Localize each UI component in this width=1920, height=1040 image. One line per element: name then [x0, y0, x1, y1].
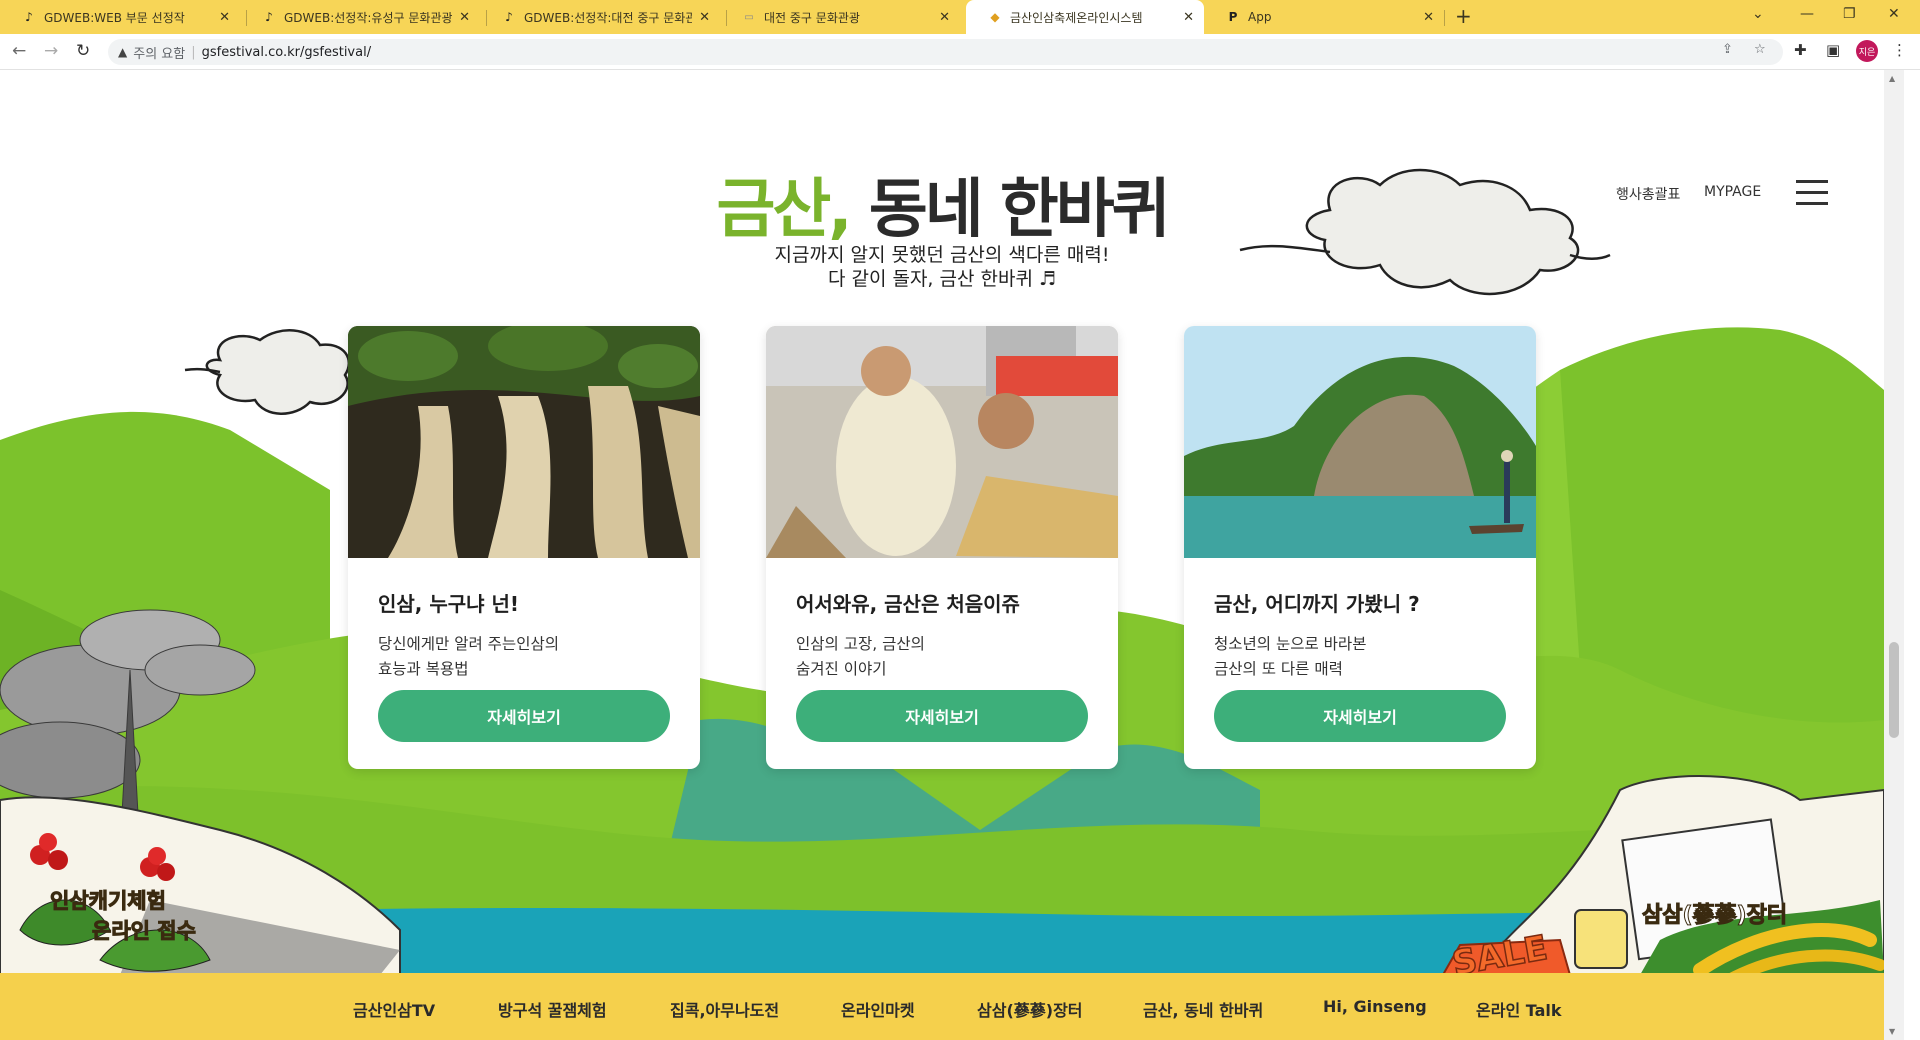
- subtitle-line-1: 지금까지 알지 못했던 금산의 색다른 매력!: [774, 244, 1110, 266]
- cloud-left: [184, 329, 351, 415]
- extensions-puzzle-icon[interactable]: ✚: [1794, 41, 1807, 59]
- title-green-part: 금산,: [716, 173, 852, 247]
- subtitle-line-2: 다 같이 돌자, 금산 한바퀴 ♬: [827, 268, 1057, 290]
- card-desc-line: 숨겨진 이야기: [796, 660, 887, 678]
- browser-tab[interactable]: ♪ GDWEB:WEB 부문 선정작 ✕: [0, 0, 240, 34]
- tiktok-icon: ♪: [265, 10, 273, 24]
- tab-title: GDWEB:선정작:유성구 문화관광: [284, 10, 452, 25]
- card-title: 금산, 어디까지 가봤니 ?: [1214, 592, 1420, 616]
- nav-item-home-experience[interactable]: 방구석 꿀잼체험: [498, 997, 607, 1021]
- feature-card: 인삼, 누구냐 넌! 당신에게만 알려 주는인삼의 효능과 복용법 자세히보기: [348, 326, 700, 769]
- tab-title: 대전 중구 문화관광: [764, 10, 860, 25]
- security-warning-label[interactable]: 주의 요함: [133, 43, 185, 62]
- side-panel-icon[interactable]: ▣: [1826, 41, 1840, 59]
- browser-tab-bar: ♪ GDWEB:WEB 부문 선정작 ✕ ♪ GDWEB:선정작:유성구 문화관…: [0, 0, 1920, 34]
- tab-title: App: [1248, 10, 1272, 24]
- share-icon[interactable]: ⇪: [1722, 42, 1733, 57]
- tab-divider: [1444, 10, 1445, 26]
- reload-icon[interactable]: ↻: [76, 41, 90, 61]
- close-icon[interactable]: ✕: [699, 10, 710, 25]
- close-icon[interactable]: ✕: [219, 10, 230, 25]
- hamburger-menu-icon[interactable]: [1796, 180, 1828, 205]
- nav-item-samsam-market[interactable]: 삼삼(蔘蔘)장터: [977, 997, 1083, 1021]
- nav-item-hi-ginseng[interactable]: Hi, Ginseng: [1323, 997, 1427, 1016]
- p-app-icon: P: [1228, 10, 1238, 24]
- close-icon[interactable]: ✕: [1183, 10, 1194, 25]
- scroll-down-arrow-icon[interactable]: ▼: [1889, 1027, 1895, 1036]
- river-cliff-photo: [1184, 326, 1536, 558]
- tab-title: GDWEB:WEB 부문 선정작: [44, 10, 185, 25]
- card-desc-line: 금산의 또 다른 매력: [1214, 660, 1343, 678]
- scroll-up-arrow-icon[interactable]: ▲: [1889, 74, 1895, 83]
- profile-avatar[interactable]: 지은: [1856, 40, 1878, 62]
- mypage-link[interactable]: MYPAGE: [1704, 184, 1761, 200]
- tiktok-icon: ♪: [505, 10, 513, 24]
- festival-dancers-photo: [766, 326, 1118, 558]
- card-desc-line: 당신에게만 알려 주는인삼의: [378, 635, 559, 653]
- url-text[interactable]: gsfestival.co.kr/gsfestival/: [202, 45, 371, 60]
- nav-item-online-market[interactable]: 온라인마켓: [841, 997, 915, 1021]
- address-divider: |: [191, 44, 196, 60]
- page-scrollbar[interactable]: ▲ ▼: [1884, 70, 1904, 1040]
- ginseng-dig-banner-line-1[interactable]: 인삼캐기체험: [50, 885, 167, 915]
- nav-item-challenge[interactable]: 집콕,아무나도전: [670, 997, 779, 1021]
- browser-tab[interactable]: ♪ GDWEB:선정작:유성구 문화관광 ✕: [240, 0, 480, 34]
- card-title: 어서와유, 금산은 처음이쥬: [796, 592, 1020, 616]
- schedule-link[interactable]: 행사총괄표: [1616, 184, 1680, 204]
- ginseng-site-icon: ◆: [990, 10, 1000, 24]
- close-icon[interactable]: ✕: [939, 10, 950, 25]
- site-icon: ▭: [744, 11, 754, 23]
- browser-toolbar: ← → ↻ ▲ 주의 요함 | gsfestival.co.kr/gsfesti…: [0, 34, 1920, 70]
- card-desc-line: 청소년의 눈으로 바라본: [1214, 635, 1367, 653]
- browser-tab[interactable]: ♪ GDWEB:선정작:대전 중구 문화관광 ✕: [480, 0, 720, 34]
- nav-item-online-talk[interactable]: 온라인 Talk: [1476, 997, 1562, 1021]
- card-title: 인삼, 누구냐 넌!: [378, 592, 520, 616]
- footer-navigation: 금산인삼TV 방구석 꿀잼체험 집콕,아무나도전 온라인마켓 삼삼(蔘蔘)장터 …: [0, 973, 1884, 1040]
- card-desc-line: 인삼의 고장, 금산의: [796, 635, 925, 653]
- tiktok-icon: ♪: [25, 10, 33, 24]
- address-bar[interactable]: ▲ 주의 요함 | gsfestival.co.kr/gsfestival/: [108, 39, 1783, 65]
- browser-tab[interactable]: P App ✕: [1204, 0, 1444, 34]
- more-vertical-icon[interactable]: ⋮: [1892, 41, 1907, 59]
- tab-search-chevron-icon[interactable]: ⌄: [1752, 6, 1764, 22]
- ginseng-dig-banner-line-2[interactable]: 온라인 접수: [92, 915, 197, 945]
- browser-tab[interactable]: ▭ 대전 중구 문화관광 ✕: [720, 0, 960, 34]
- back-arrow-icon[interactable]: ←: [12, 41, 26, 61]
- page-title: 금산, 동네 한바퀴: [0, 158, 1884, 250]
- tab-title: 금산인삼축제온라인시스템: [1010, 10, 1143, 25]
- title-dark-part: 동네 한바퀴: [849, 173, 1171, 247]
- close-icon[interactable]: ✕: [1423, 10, 1434, 25]
- card-desc-line: 효능과 복용법: [378, 660, 469, 678]
- tab-title: GDWEB:선정작:대전 중구 문화관광: [524, 10, 692, 25]
- feature-card: 어서와유, 금산은 처음이쥬 인삼의 고장, 금산의 숨겨진 이야기 자세히보기: [766, 326, 1118, 769]
- browser-tab-active[interactable]: ◆ 금산인삼축제온라인시스템 ✕: [966, 0, 1204, 34]
- card-description: 청소년의 눈으로 바라본 금산의 또 다른 매력: [1214, 632, 1366, 682]
- ginseng-roots-photo: [348, 326, 700, 558]
- warning-triangle-icon[interactable]: ▲: [118, 45, 127, 59]
- minimize-icon[interactable]: —: [1800, 6, 1814, 22]
- scrollbar-thumb[interactable]: [1889, 642, 1899, 738]
- page-viewport: 금산, 동네 한바퀴 지금까지 알지 못했던 금산의 색다른 매력! 다 같이 …: [0, 70, 1884, 1040]
- restore-icon[interactable]: ❐: [1843, 6, 1856, 22]
- market-banner-title[interactable]: 삼삼(蔘蔘)장터: [1641, 897, 1787, 929]
- window-close-icon[interactable]: ✕: [1888, 6, 1900, 22]
- details-button[interactable]: 자세히보기: [796, 690, 1088, 742]
- nav-item-neighborhood-tour[interactable]: 금산, 동네 한바퀴: [1143, 997, 1263, 1021]
- nav-item-ginseng-tv[interactable]: 금산인삼TV: [353, 997, 435, 1021]
- details-button[interactable]: 자세히보기: [378, 690, 670, 742]
- card-description: 인삼의 고장, 금산의 숨겨진 이야기: [796, 632, 925, 682]
- forward-arrow-icon[interactable]: →: [44, 41, 58, 61]
- feature-card: 금산, 어디까지 가봤니 ? 청소년의 눈으로 바라본 금산의 또 다른 매력 …: [1184, 326, 1536, 769]
- card-description: 당신에게만 알려 주는인삼의 효능과 복용법: [378, 632, 559, 682]
- close-icon[interactable]: ✕: [459, 10, 470, 25]
- bookmark-star-icon[interactable]: ☆: [1754, 42, 1766, 57]
- new-tab-plus-icon[interactable]: +: [1455, 4, 1472, 28]
- details-button[interactable]: 자세히보기: [1214, 690, 1506, 742]
